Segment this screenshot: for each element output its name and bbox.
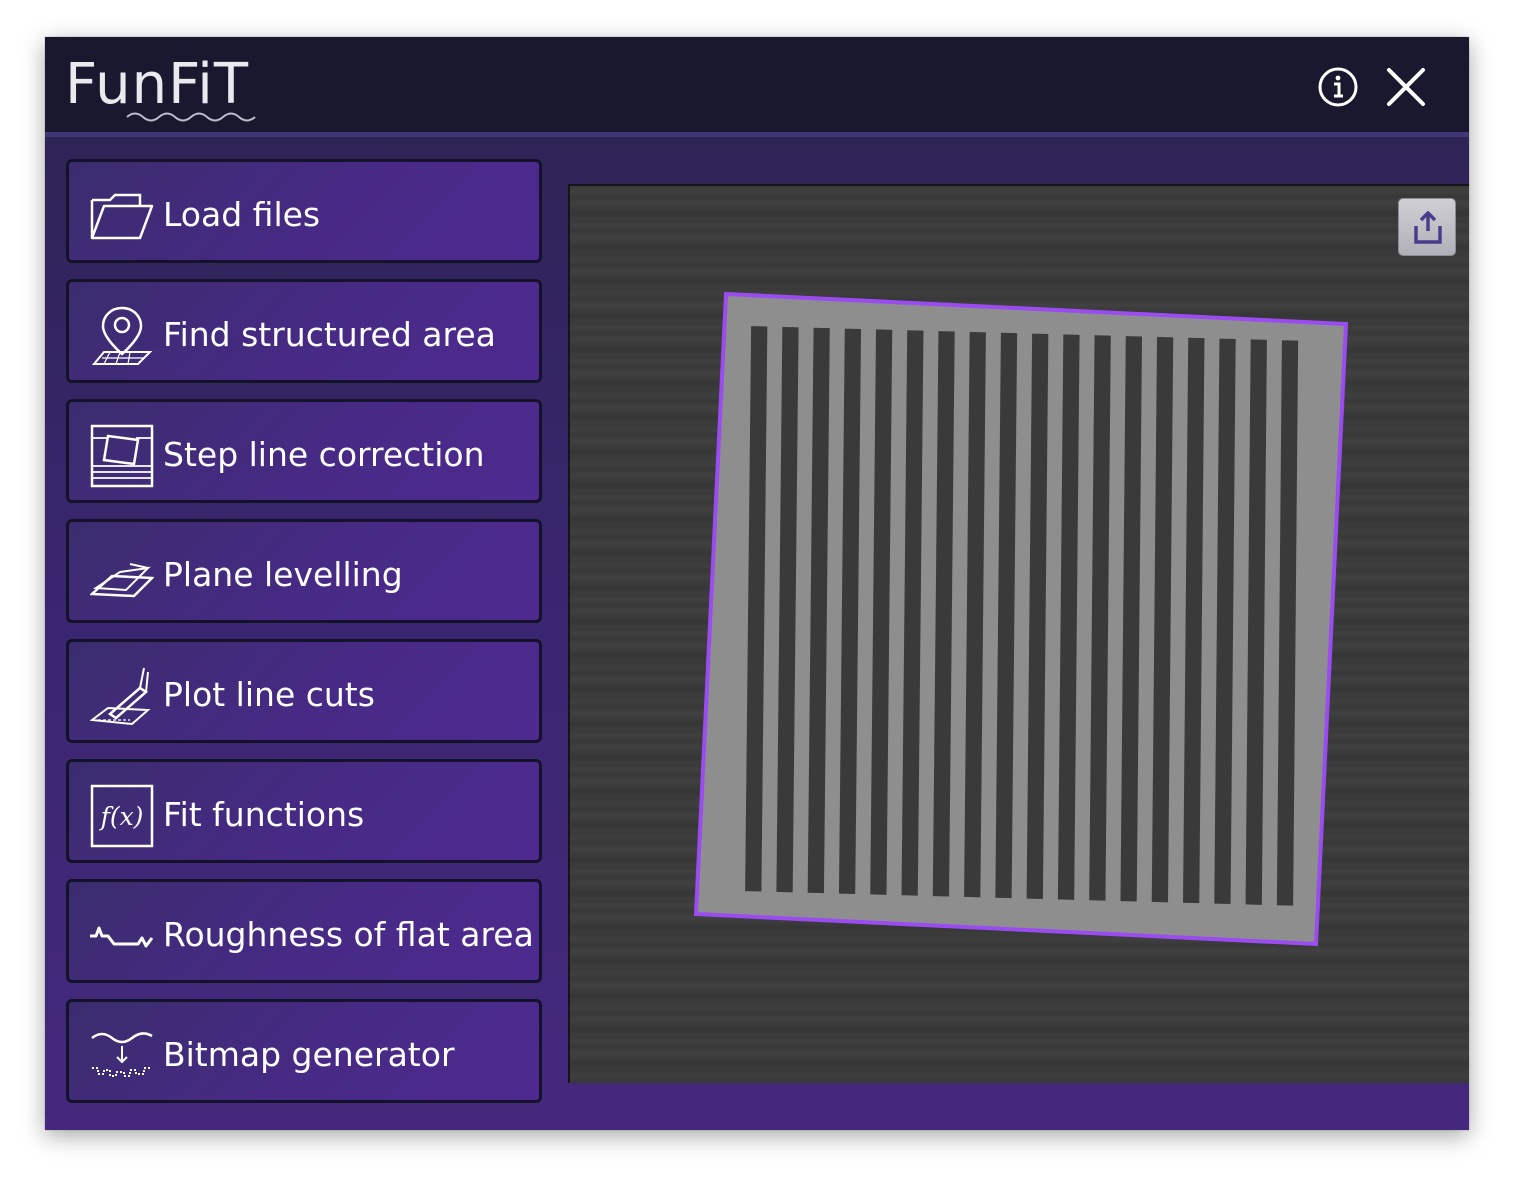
- plane-levelling-button[interactable]: Plane levelling: [66, 519, 542, 623]
- plane-icon: [90, 563, 154, 598]
- menu-label: Load files: [163, 195, 321, 234]
- close-button[interactable]: [1384, 65, 1428, 109]
- folder-icon: [90, 193, 154, 240]
- menu-label: Fit functions: [163, 795, 365, 834]
- menu-label: Bitmap generator: [163, 1035, 455, 1074]
- export-button[interactable]: [1398, 198, 1456, 256]
- menu-label: Plot line cuts: [163, 675, 375, 714]
- image-viewer[interactable]: [568, 184, 1469, 1083]
- load-files-button[interactable]: Load files: [66, 159, 542, 263]
- plot-line-cuts-button[interactable]: Plot line cuts: [66, 639, 542, 743]
- tool-sidebar: Load files Find structured area Step lin…: [66, 159, 548, 1119]
- app-logo: FunFiT: [65, 53, 275, 123]
- find-structured-area-button[interactable]: Find structured area: [66, 279, 542, 383]
- roughness-icon: [90, 926, 154, 948]
- fit-functions-button[interactable]: f(x) Fit functions: [66, 759, 542, 863]
- title-bar: FunFiT: [45, 37, 1469, 137]
- menu-label: Plane levelling: [163, 555, 403, 594]
- menu-label: Roughness of flat area: [163, 915, 534, 954]
- bitmap-generator-button[interactable]: Bitmap generator: [66, 999, 542, 1103]
- close-icon: [1387, 68, 1425, 106]
- app-window: FunFiT Load files Find structured area S…: [45, 37, 1469, 1130]
- sample-image: [693, 291, 1349, 947]
- info-button[interactable]: [1316, 65, 1360, 109]
- function-icon: f(x): [90, 784, 154, 848]
- step-line-correction-button[interactable]: Step line correction: [66, 399, 542, 503]
- app-title: FunFiT: [65, 52, 250, 117]
- logo-wave-icon: [126, 112, 256, 122]
- bitmap-icon: [91, 1032, 153, 1077]
- share-export-icon: [1414, 211, 1442, 244]
- roughness-button[interactable]: Roughness of flat area: [66, 879, 542, 983]
- map-pin-icon: [91, 306, 153, 365]
- menu-label: Step line correction: [163, 435, 485, 474]
- menu-label: Find structured area: [163, 315, 496, 354]
- step-line-icon: [90, 424, 154, 488]
- line-cut-icon: [90, 667, 151, 726]
- svg-text:f(x): f(x): [99, 802, 144, 831]
- info-circle-icon: [1318, 67, 1358, 107]
